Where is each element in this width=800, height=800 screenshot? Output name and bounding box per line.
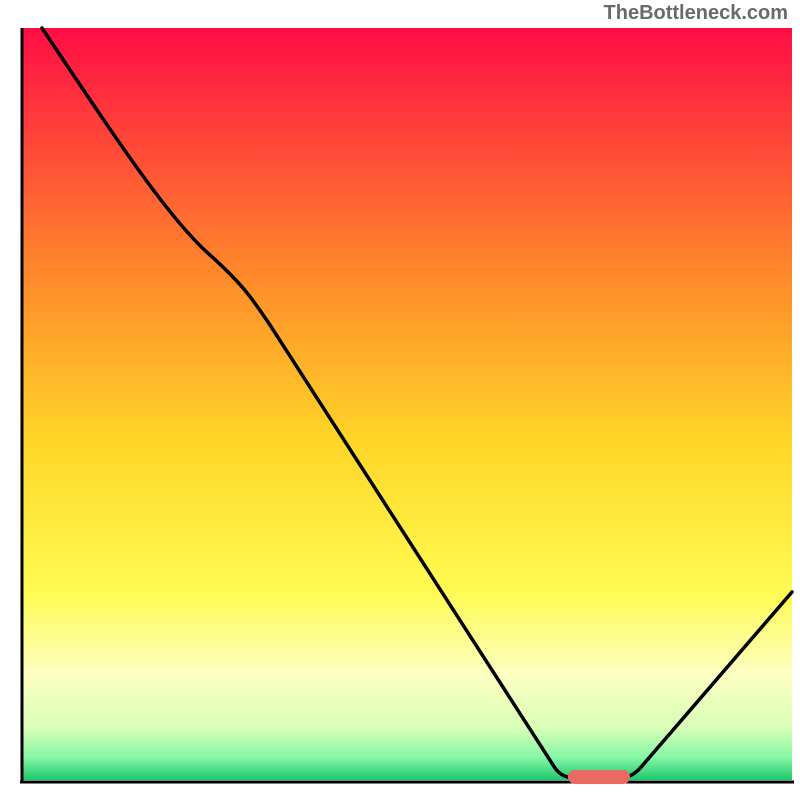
chart-container: TheBottleneck.com <box>0 0 800 800</box>
watermark-text: TheBottleneck.com <box>604 2 788 25</box>
optimal-marker <box>568 770 630 784</box>
chart-svg <box>0 0 800 800</box>
plot-background <box>22 28 792 780</box>
